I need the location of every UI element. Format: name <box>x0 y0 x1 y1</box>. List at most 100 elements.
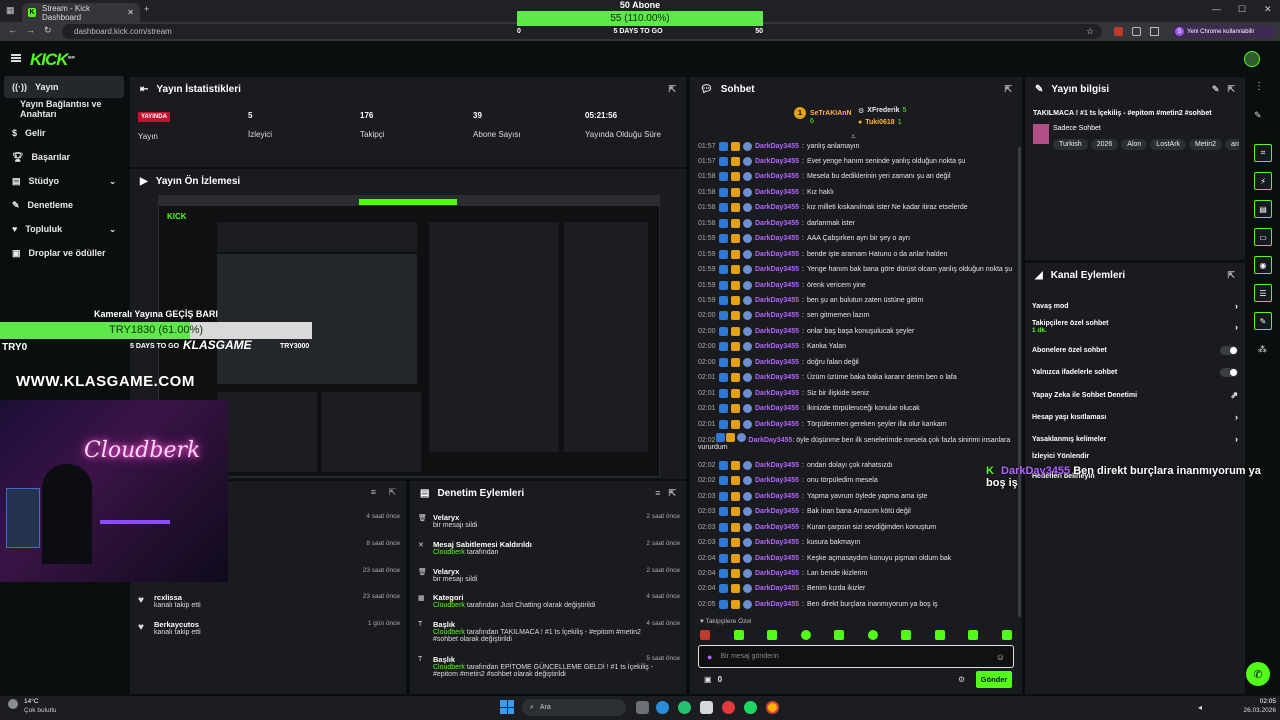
extensions-puzzle-icon[interactable] <box>1132 27 1141 36</box>
extension-icon[interactable] <box>1114 27 1123 36</box>
chat-username[interactable]: DarkDay3455 <box>755 462 799 469</box>
bookmark-star-icon[interactable]: ☆ <box>1086 26 1094 37</box>
emote-icon[interactable] <box>934 630 945 640</box>
filter-icon[interactable]: ≡ <box>371 487 376 497</box>
rail-chat-icon[interactable]: ▭ <box>1254 228 1272 246</box>
tag-chip[interactable]: Alon <box>1121 139 1148 150</box>
emote-icon[interactable] <box>800 630 811 640</box>
popout-icon[interactable]: ⇱ <box>1004 84 1012 95</box>
popout-icon[interactable]: ⇱ <box>668 84 676 95</box>
action-banned-words[interactable]: Yasaklanmış kelimeler › <box>1032 434 1238 444</box>
tag-chip[interactable]: LostArk <box>1150 139 1187 150</box>
sidebar-item-topluluk[interactable]: ♥ Topluluk ⌄ <box>4 218 124 240</box>
mod-actor[interactable]: Cloudberk <box>433 602 465 609</box>
chat-username[interactable]: DarkDay3455 <box>755 421 799 428</box>
top-gifter-2[interactable]: ⚙ XFrederik 5 <box>858 107 906 115</box>
chat-username[interactable]: DarkDay3455 <box>755 220 799 227</box>
opera-icon[interactable] <box>722 701 735 714</box>
emoji-icon[interactable]: ☺ <box>996 652 1005 662</box>
store-icon[interactable] <box>700 701 713 714</box>
chat-username[interactable]: DarkDay3455 <box>755 328 799 335</box>
chat-username[interactable]: DarkDay3455 <box>755 343 799 350</box>
edit-icon[interactable]: ✎ <box>1212 84 1220 95</box>
chat-username[interactable]: DarkDay3455 <box>755 405 799 412</box>
chat-username[interactable]: DarkDay3455 <box>755 493 799 500</box>
popout-icon[interactable]: ⇱ <box>388 487 396 498</box>
tag-chip[interactable]: Metin2 <box>1189 139 1223 150</box>
popout-icon[interactable]: ⇱ <box>668 488 676 499</box>
mic-icon[interactable]: ● <box>707 652 712 662</box>
mod-actor[interactable]: Cloudberk <box>433 629 465 636</box>
action-emote-chat[interactable]: Yalnızca ifadelerle sohbet <box>1032 368 1238 377</box>
chat-scrollbar[interactable] <box>1018 147 1021 617</box>
subs-only-toggle[interactable] <box>1220 346 1238 355</box>
hamburger-menu-icon[interactable] <box>11 54 21 62</box>
chat-username[interactable]: DarkDay3455 <box>755 374 799 381</box>
activity-user[interactable]: Berkaycutos <box>154 620 400 629</box>
chat-username[interactable]: DarkDay3455 <box>755 204 799 211</box>
maximize-icon[interactable]: ☐ <box>1238 4 1246 15</box>
sidebar-item-yayin[interactable]: ((·)) Yayın <box>4 76 124 98</box>
browser-tab[interactable]: K Stream - Kick Dashboard ✕ <box>22 3 140 22</box>
chat-username[interactable]: DarkDay3455 <box>755 251 799 258</box>
weather-temp[interactable]: 14°C <box>24 698 39 705</box>
chat-username[interactable]: DarkDay3455 <box>755 555 799 562</box>
chat-username[interactable]: DarkDay3455 <box>755 266 799 273</box>
emote-icon[interactable] <box>700 630 710 640</box>
chat-username[interactable]: DarkDay3455 <box>755 570 799 577</box>
rail-scan-icon[interactable]: ⌗ <box>1254 144 1272 162</box>
emote-icon[interactable] <box>901 630 912 640</box>
task-view-icon[interactable] <box>636 701 649 714</box>
tab-search-icon[interactable]: ▦ <box>6 5 15 16</box>
forward-icon[interactable]: → <box>26 25 35 35</box>
chat-username[interactable]: DarkDay3455 <box>755 282 799 289</box>
new-tab-button[interactable]: + <box>144 4 149 14</box>
taskbar-search[interactable]: ⌕ Ara <box>522 699 626 716</box>
action-ai-moderation[interactable]: Yapay Zeka ile Sohbet Denetimi ⇗ <box>1032 390 1238 401</box>
channel-points[interactable]: ▣ 0 <box>704 675 722 684</box>
mod-actor[interactable]: Cloudberk <box>433 549 465 556</box>
top-gifter-3[interactable]: ● Tuki0618 1 <box>858 119 902 126</box>
emote-icon[interactable] <box>733 630 744 640</box>
emote-only-toggle[interactable] <box>1220 368 1238 377</box>
filter-icon[interactable]: ≡ <box>655 488 660 498</box>
tag-chip[interactable]: 2026 <box>1090 139 1119 150</box>
rail-wrench-icon[interactable]: ✎ <box>1254 312 1272 330</box>
reload-icon[interactable]: ↻ <box>44 25 52 36</box>
chat-username[interactable]: DarkDay3455 <box>755 189 799 196</box>
rail-layers-icon[interactable]: ☰ <box>1254 284 1272 302</box>
chat-username[interactable]: DarkDay3455 <box>755 539 799 546</box>
send-button[interactable]: Gönder <box>976 671 1012 688</box>
sidebar-item-studyo[interactable]: ▤ Stüdyo ⌄ <box>4 170 124 192</box>
emote-icon[interactable] <box>834 630 845 640</box>
clock-date[interactable]: 26.03.2026 <box>1234 707 1276 714</box>
chat-username[interactable]: DarkDay3455 <box>755 524 799 531</box>
rail-bolt-icon[interactable]: ⚡︎ <box>1254 172 1272 190</box>
sidebar-item-basarilar[interactable]: 🏆︎ Başarılar <box>4 146 124 168</box>
popout-icon[interactable]: ⇱ <box>1227 84 1235 95</box>
stream-category[interactable]: Sadece Sohbet <box>1053 125 1101 132</box>
top-gifter-1[interactable]: 1 SeTrAKIAnN <box>794 107 852 119</box>
user-avatar[interactable] <box>1244 51 1260 67</box>
sidebar-item-gelir[interactable]: $ Gelir <box>4 122 124 144</box>
action-subs-chat[interactable]: Abonelere özel sohbet <box>1032 346 1238 355</box>
help-chat-button[interactable]: ✆ <box>1246 662 1270 686</box>
speaker-icon[interactable]: ◂ <box>1198 703 1202 712</box>
action-followers-chat[interactable]: Takipçilere özel sohbet 1 dk. › <box>1032 320 1238 334</box>
chat-username[interactable]: DarkDay3455 <box>748 437 792 444</box>
chat-username[interactable]: DarkDay3455 <box>755 508 799 515</box>
chat-username[interactable]: DarkDay3455 <box>755 390 799 397</box>
emote-icon[interactable] <box>767 630 778 640</box>
minimize-icon[interactable]: — <box>1212 4 1221 14</box>
action-slow-mode[interactable]: Yavaş mod › <box>1032 301 1238 311</box>
chat-username[interactable]: DarkDay3455 <box>755 585 799 592</box>
rail-list-icon[interactable]: ▤ <box>1254 200 1272 218</box>
chat-username[interactable]: DarkDay3455 <box>755 297 799 304</box>
emote-icon[interactable] <box>1001 630 1012 640</box>
popout-icon[interactable]: ⇱ <box>1227 270 1235 281</box>
action-account-age[interactable]: Hesap yaşı kısıtlaması › <box>1032 412 1238 422</box>
close-tab-icon[interactable]: ✕ <box>127 8 134 17</box>
edit-icon[interactable]: ✎ <box>1254 110 1262 121</box>
weather-desc[interactable]: Çok bulutlu <box>24 707 57 714</box>
sidebar-item-droplar[interactable]: ▣ Droplar ve ödüller <box>4 242 124 264</box>
